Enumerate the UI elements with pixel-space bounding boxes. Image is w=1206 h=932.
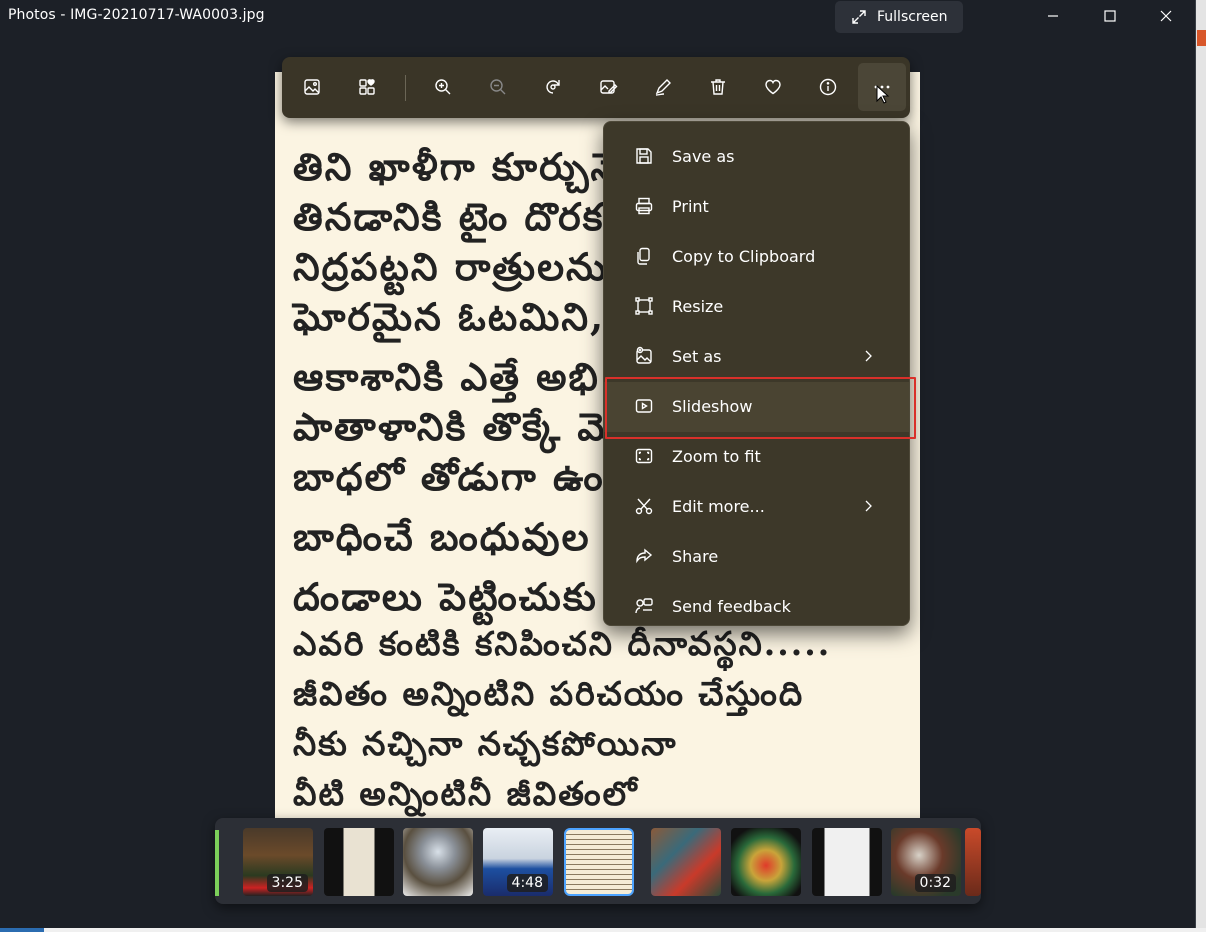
desktop-app-badge bbox=[1197, 30, 1206, 46]
rotate-icon bbox=[546, 80, 560, 94]
photo-text-line: ఆకాశానికి ఎత్తే అభి bbox=[293, 354, 600, 399]
filmstrip-thumb[interactable] bbox=[812, 828, 882, 896]
edit-image-button[interactable] bbox=[584, 63, 632, 111]
slideshow-highlight-box bbox=[605, 377, 916, 439]
menu-item-label: Copy to Clipboard bbox=[672, 247, 816, 266]
delete-button[interactable] bbox=[694, 63, 742, 111]
photo-text-line: పాతాళానికి తొక్కే మో bbox=[293, 404, 632, 449]
video-duration: 4:48 bbox=[506, 874, 548, 892]
menu-item-resize[interactable]: Resize bbox=[604, 282, 909, 332]
menu-item-label: Edit more... bbox=[672, 497, 765, 516]
print-icon bbox=[635, 197, 653, 215]
expand-icon bbox=[852, 10, 866, 24]
photo-text-line: నీకు నచ్చినా నచ్చకపోయినా bbox=[293, 724, 678, 763]
photo-text-line: బాధించే బంధువుల bbox=[293, 514, 591, 559]
filmstrip-thumb[interactable] bbox=[324, 828, 394, 896]
filmstrip-thumb-partial[interactable] bbox=[965, 828, 981, 896]
video-duration: 0:32 bbox=[914, 874, 956, 892]
filmstrip-thumb[interactable]: 3:25 bbox=[243, 828, 313, 896]
photo-text-line: దండాలు పెట్టించుకు bbox=[293, 574, 598, 619]
menu-item-edit-more[interactable]: Edit more... bbox=[604, 482, 909, 532]
feedback-icon bbox=[635, 598, 653, 614]
desktop-bottom-strip bbox=[0, 928, 1206, 932]
photo-text-line: ఘోరమైన ఓటమిని, bbox=[293, 294, 606, 339]
favorite-button[interactable] bbox=[749, 63, 797, 111]
gallery-icon bbox=[304, 79, 320, 95]
info-button[interactable] bbox=[804, 63, 852, 111]
fullscreen-button[interactable]: Fullscreen bbox=[835, 1, 963, 33]
filmstrip-thumb[interactable] bbox=[651, 828, 721, 896]
minimize-icon bbox=[1048, 15, 1058, 17]
resize-icon bbox=[635, 297, 653, 315]
close-icon bbox=[1160, 10, 1172, 22]
save-icon bbox=[636, 148, 652, 164]
filmstrip-thumb-selected[interactable] bbox=[564, 828, 634, 896]
gallery-button[interactable] bbox=[288, 63, 336, 111]
menu-item-print[interactable]: Print bbox=[604, 182, 909, 232]
maximize-icon bbox=[1104, 10, 1116, 22]
menu-item-label: Send feedback bbox=[672, 597, 791, 616]
menu-item-label: Print bbox=[672, 197, 709, 216]
photo-text-line: జీవితం అన్నింటిని పరిచయం చేస్తుంది bbox=[293, 674, 805, 713]
filmstrip-edge-thumb[interactable] bbox=[215, 830, 219, 896]
photo-text-line: బాధలో తోడుగా ఉం bbox=[293, 454, 605, 499]
close-button[interactable] bbox=[1143, 0, 1189, 32]
menu-item-label: Resize bbox=[672, 297, 724, 316]
menu-item-label: Share bbox=[672, 547, 719, 566]
zoom-out-icon bbox=[490, 79, 506, 95]
menu-item-set-as[interactable]: Set as bbox=[604, 332, 909, 382]
zoom-out-button[interactable] bbox=[474, 63, 522, 111]
delete-icon bbox=[711, 79, 725, 95]
chevron-right-icon bbox=[865, 500, 872, 512]
rotate-button[interactable] bbox=[529, 63, 577, 111]
maximize-button[interactable] bbox=[1087, 0, 1133, 32]
desktop-background bbox=[1196, 0, 1206, 932]
filmstrip-thumb[interactable] bbox=[403, 828, 473, 896]
set-as-icon bbox=[636, 346, 652, 364]
draw-button[interactable] bbox=[639, 63, 687, 111]
filmstrip: 3:25 4:48 0:32 bbox=[215, 818, 981, 904]
minimize-button[interactable] bbox=[1030, 0, 1076, 32]
copy-icon bbox=[637, 247, 650, 265]
edit-more-icon bbox=[635, 498, 653, 515]
photo-text-line: నిద్రపట్టని రాత్రులను bbox=[293, 244, 608, 289]
fullscreen-label: Fullscreen bbox=[877, 9, 948, 25]
menu-item-send-feedback[interactable]: Send feedback bbox=[604, 582, 909, 632]
window-title: Photos - IMG-20210717-WA0003.jpg bbox=[8, 7, 265, 23]
more-options-menu: Save as Print Copy to Clipboard Resize S… bbox=[603, 121, 910, 626]
menu-item-label: Save as bbox=[672, 147, 735, 166]
filmstrip-thumb[interactable]: 0:32 bbox=[891, 828, 961, 896]
add-to-album-icon bbox=[359, 79, 375, 95]
zoom-in-icon bbox=[435, 79, 451, 95]
photo-text-line: వీటి అన్నింటినీ జీవితంలో bbox=[293, 774, 639, 813]
filmstrip-thumb[interactable] bbox=[731, 828, 801, 896]
chevron-right-icon bbox=[865, 350, 872, 362]
menu-item-save-as[interactable]: Save as bbox=[604, 132, 909, 182]
draw-icon bbox=[655, 79, 671, 96]
info-icon bbox=[819, 78, 837, 96]
photo-text-line: తినడానికి టైం దొరక bbox=[293, 194, 605, 239]
video-duration: 3:25 bbox=[266, 874, 308, 892]
photo-text-line: తిని ఖాళీగా కూర్చునే bbox=[293, 144, 620, 189]
share-icon bbox=[636, 548, 653, 564]
mouse-cursor-icon bbox=[876, 85, 890, 104]
filmstrip-thumb[interactable]: 4:48 bbox=[483, 828, 553, 896]
photos-window: Photos - IMG-20210717-WA0003.jpg Fullscr… bbox=[0, 0, 1196, 928]
menu-item-copy-to-clipboard[interactable]: Copy to Clipboard bbox=[604, 232, 909, 282]
menu-item-label: Set as bbox=[672, 347, 722, 366]
menu-item-zoom-to-fit[interactable]: Zoom to fit bbox=[604, 432, 909, 482]
favorite-icon bbox=[765, 79, 781, 95]
zoom-to-fit-icon bbox=[635, 448, 653, 464]
menu-item-label: Zoom to fit bbox=[672, 447, 761, 466]
edit-image-icon bbox=[600, 80, 618, 94]
image-toolbar bbox=[282, 57, 910, 118]
zoom-in-button[interactable] bbox=[419, 63, 467, 111]
add-to-album-button[interactable] bbox=[343, 63, 391, 111]
toolbar-divider bbox=[405, 75, 406, 101]
menu-item-share[interactable]: Share bbox=[604, 532, 909, 582]
